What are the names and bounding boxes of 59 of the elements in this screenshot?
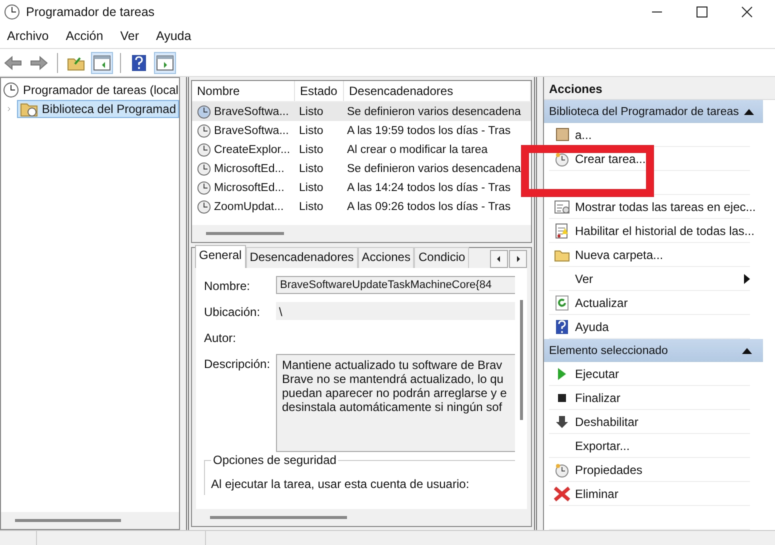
name-field[interactable]: BraveSoftwareUpdateTaskMachineCore{84	[276, 276, 515, 294]
action-item[interactable]: Exportar...	[575, 438, 630, 452]
table-cell[interactable]: MicrosoftEd...	[214, 182, 284, 194]
action-item[interactable]: Crear tarea...	[575, 152, 646, 166]
column-header[interactable]: Desencadenadores	[344, 81, 531, 101]
section-title: Elemento seleccionado	[549, 344, 668, 356]
table-cell[interactable]: Se definieron varios desencadena	[342, 162, 531, 174]
table-cell[interactable]: Al crear o modificar la tarea	[342, 144, 531, 156]
table-cell[interactable]: Listo	[294, 162, 342, 174]
action-item[interactable]: Finalizar	[575, 390, 620, 404]
action-item[interactable]: Habilitar el historial de todas las...	[575, 224, 754, 238]
table-cell[interactable]: Listo	[294, 200, 342, 212]
section-title: Biblioteca del Programador de tareas	[549, 106, 739, 118]
menu-item[interactable]: Ver	[120, 29, 139, 43]
action-item[interactable]: Actualizar	[575, 296, 628, 310]
action-item[interactable]: Propiedades	[575, 462, 642, 476]
table-cell[interactable]: ZoomUpdat...	[214, 200, 284, 212]
column-header[interactable]: Nombre	[192, 81, 295, 101]
section-header[interactable]: Elemento seleccionado	[544, 339, 763, 362]
table-cell[interactable]: CreateExplor...	[214, 144, 290, 156]
action-item[interactable]: Nueva carpeta...	[575, 248, 664, 262]
field-label: Autor:	[204, 330, 238, 346]
table-cell[interactable]: A las 14:24 todos los días - Tras	[342, 182, 531, 194]
field-label: Descripción:	[204, 356, 270, 373]
field-label: Ubicación:	[204, 304, 262, 320]
action-item[interactable]: Ejecutar	[575, 366, 620, 380]
table-cell[interactable]: Listo	[294, 106, 342, 118]
menu-item[interactable]: Archivo	[7, 29, 49, 43]
table-cell[interactable]: Listo	[294, 144, 342, 156]
field-label: Nombre:	[204, 278, 252, 294]
table-cell[interactable]: Listo	[294, 124, 342, 136]
menu-item[interactable]: Acción	[66, 29, 104, 43]
section-header[interactable]: Biblioteca del Programador de tareas	[544, 100, 763, 123]
panel-title: Acciones	[544, 77, 775, 100]
group-text: Al ejecutar la tarea, usar esta cuenta de usuario:	[211, 477, 470, 491]
action-item[interactable]: Ayuda	[575, 320, 609, 334]
tab[interactable]: Acciones	[358, 247, 414, 268]
table-cell[interactable]: A las 09:26 todos los días - Tras	[342, 200, 531, 212]
table-cell[interactable]: A las 19:59 todos los días - Tras	[342, 124, 531, 136]
tab[interactable]: Desencadenadores	[246, 247, 358, 268]
table-cell[interactable]: MicrosoftEd...	[214, 162, 284, 174]
action-item[interactable]: Deshabilitar	[575, 414, 638, 428]
table-cell[interactable]: Listo	[294, 182, 342, 194]
tab[interactable]: General	[195, 245, 246, 268]
table-cell[interactable]: BraveSoftwa...	[214, 106, 289, 118]
tree-item[interactable]: Programador de tareas (local	[23, 83, 178, 97]
description-field[interactable]: Mantiene actualizado tu software de Brav Brave no se mantendrá actualizado, lo qu puedan aparecer no podrán arreglarse y e desinstala automáticamente si ningún sof	[276, 354, 515, 452]
location-field: \	[276, 302, 515, 320]
window-title: Programador de tareas	[26, 5, 155, 19]
group-title: Opciones de seguridad	[211, 453, 338, 467]
column-header[interactable]: Estado	[295, 81, 344, 101]
tab[interactable]: Condicio	[414, 247, 470, 268]
action-item[interactable]: Mostrar todas las tareas en ejec...	[575, 200, 756, 214]
action-item[interactable]: Eliminar	[575, 486, 618, 500]
table-cell[interactable]: Se definieron varios desencadena	[342, 106, 531, 118]
action-item[interactable]: a...	[575, 128, 592, 142]
table-cell[interactable]: BraveSoftwa...	[214, 124, 289, 136]
menu-item[interactable]: Ayuda	[156, 29, 192, 43]
action-item[interactable]: Ver	[575, 272, 594, 286]
